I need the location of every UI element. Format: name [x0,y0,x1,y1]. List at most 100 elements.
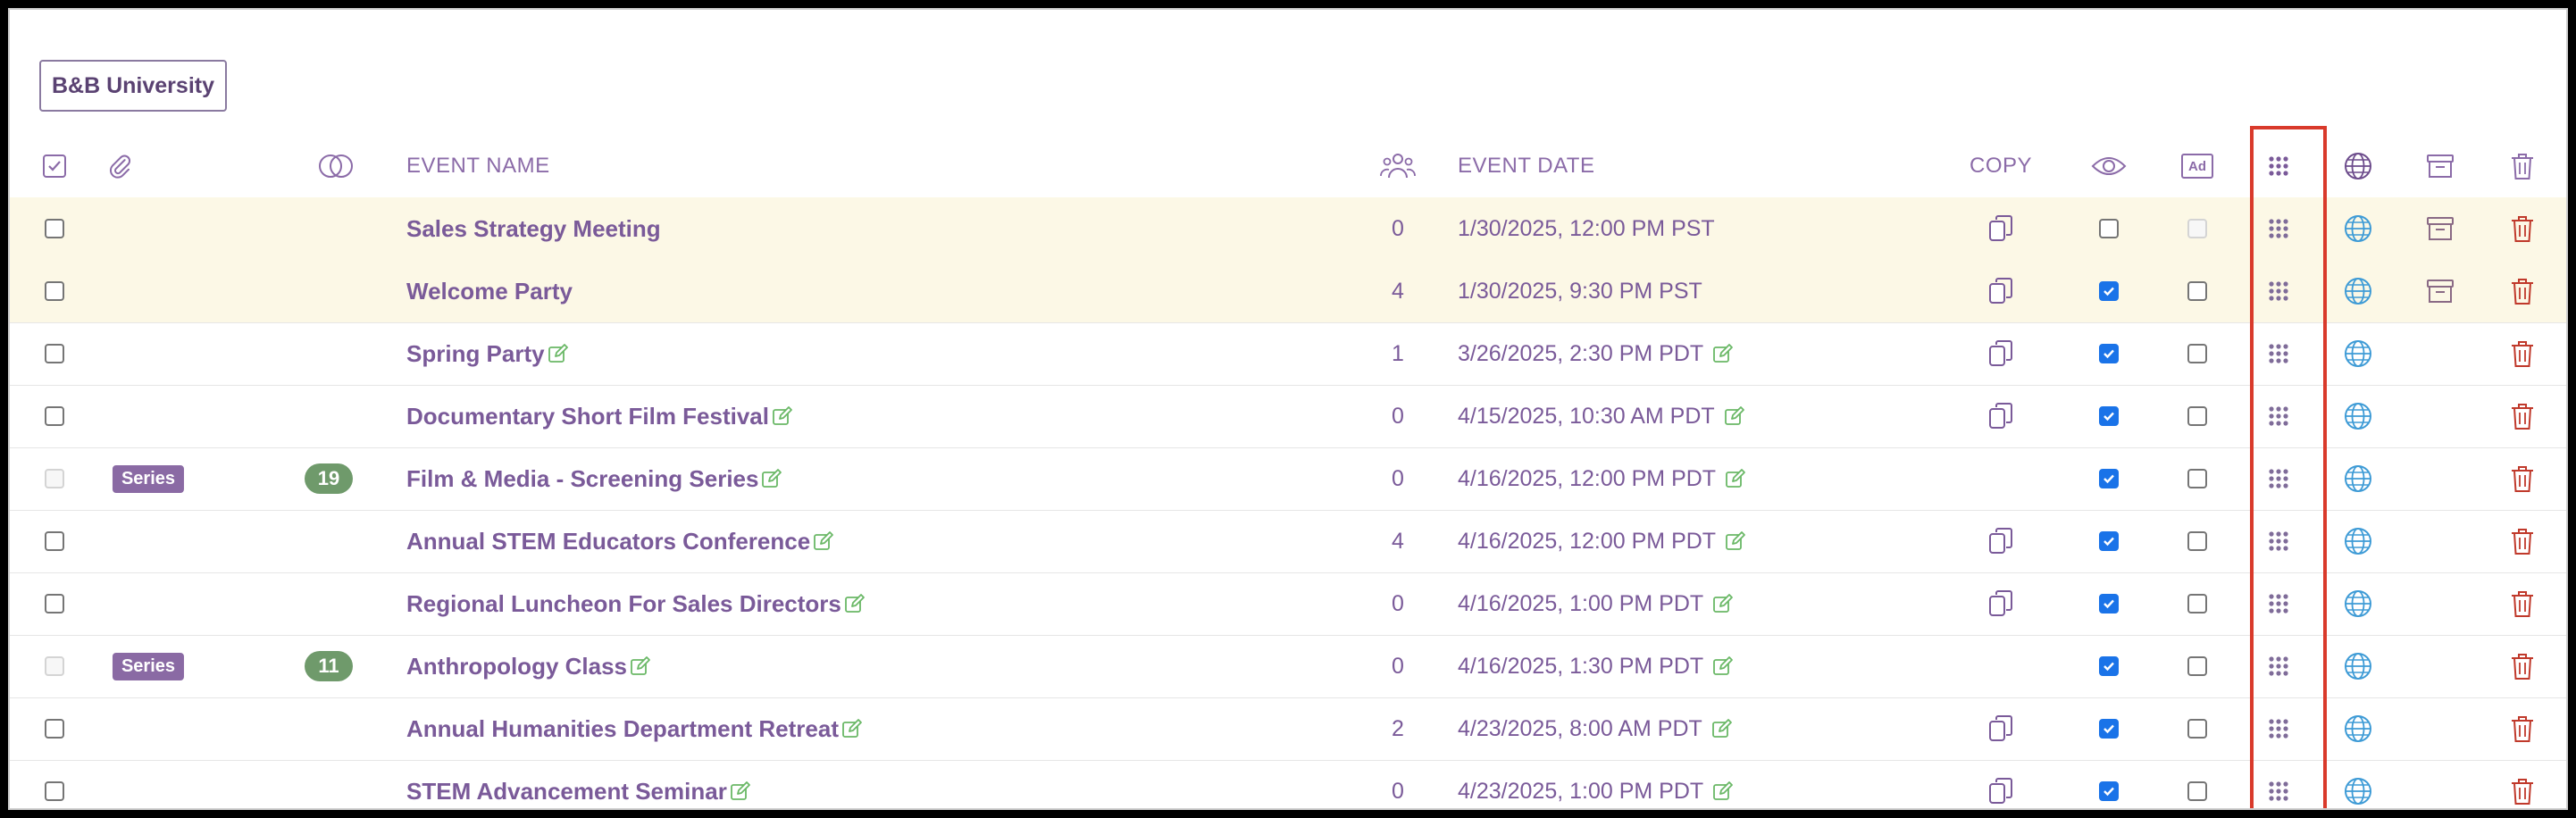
event-name-link[interactable]: STEM Advancement Seminar [406,778,727,805]
org-filter-button[interactable]: B&B University [39,60,227,112]
globe-cell[interactable] [2343,697,2373,760]
trash-icon[interactable] [2510,277,2535,305]
globe-icon[interactable] [2343,401,2373,431]
row-select-checkbox[interactable] [45,781,64,801]
row-select-cell[interactable] [45,760,64,808]
row-select-cell[interactable] [45,260,64,322]
copy-icon[interactable] [1987,589,2014,618]
globe-icon[interactable] [2343,588,2373,619]
delete-cell[interactable] [2510,260,2535,322]
grid-cell[interactable] [2268,697,2289,760]
copy-cell[interactable] [1987,260,2014,322]
ad-cell[interactable] [2187,572,2207,635]
row-select-checkbox[interactable] [45,344,64,363]
dots-grid-icon[interactable] [2268,530,2289,552]
globe-cell[interactable] [2343,760,2373,808]
visibility-cell[interactable] [2099,635,2119,697]
edit-date-icon[interactable] [1712,780,1734,802]
series-count-cell[interactable]: 19 [305,447,353,510]
globe-icon[interactable] [2343,776,2373,806]
event-name-header-label[interactable]: EVENT NAME [406,154,550,179]
delete-cell[interactable] [2510,322,2535,385]
edit-date-icon[interactable] [1711,718,1733,739]
row-select-checkbox[interactable] [45,406,64,426]
event-date-header[interactable]: EVENT DATE [1458,135,1594,197]
globe-cell[interactable] [2343,385,2373,447]
globe-icon[interactable] [2343,463,2373,494]
event-name-link[interactable]: Annual STEM Educators Conference [406,528,810,555]
globe-cell[interactable] [2343,322,2373,385]
copy-icon[interactable] [1987,277,2014,305]
ad-cell[interactable] [2187,322,2207,385]
trash-icon[interactable] [2510,652,2535,680]
copy-cell[interactable] [1987,322,2014,385]
edit-name-icon[interactable] [630,655,651,677]
ad-checkbox[interactable] [2187,406,2207,426]
copy-cell[interactable] [1987,697,2014,760]
globe-icon[interactable] [2343,338,2373,369]
trash-icon[interactable] [2510,214,2535,243]
event-name-link[interactable]: Annual Humanities Department Retreat [406,715,839,743]
grid-cell[interactable] [2268,385,2289,447]
event-name-header[interactable]: EVENT NAME [406,135,550,197]
visibility-cell[interactable] [2099,760,2119,808]
visibility-checkbox[interactable] [2099,594,2119,614]
ad-checkbox[interactable] [2187,656,2207,676]
row-select-checkbox[interactable] [45,594,64,614]
ad-cell[interactable] [2187,760,2207,808]
row-select-checkbox[interactable] [45,219,64,238]
dots-grid-icon[interactable] [2268,343,2289,364]
event-name-link[interactable]: Sales Strategy Meeting [406,215,661,243]
ad-checkbox[interactable] [2187,781,2207,801]
copy-cell[interactable] [1987,385,2014,447]
globe-cell[interactable] [2343,572,2373,635]
archive-icon[interactable] [2426,215,2455,242]
grid-cell[interactable] [2268,197,2289,260]
copy-icon[interactable] [1987,714,2014,743]
visibility-cell[interactable] [2099,572,2119,635]
ad-cell[interactable] [2187,385,2207,447]
edit-name-icon[interactable] [813,530,834,552]
copy-icon[interactable] [1987,339,2014,368]
row-select-cell[interactable] [45,510,64,572]
trash-icon[interactable] [2510,339,2535,368]
globe-icon[interactable] [2343,213,2373,244]
dots-grid-icon[interactable] [2268,218,2289,239]
grid-cell[interactable] [2268,572,2289,635]
event-name-link[interactable]: Regional Luncheon For Sales Directors [406,590,841,618]
ad-checkbox[interactable] [2187,719,2207,739]
delete-cell[interactable] [2510,447,2535,510]
globe-cell[interactable] [2343,510,2373,572]
edit-date-icon[interactable] [1725,468,1746,489]
delete-cell[interactable] [2510,510,2535,572]
delete-cell[interactable] [2510,635,2535,697]
visibility-cell[interactable] [2099,197,2119,260]
ad-cell[interactable] [2187,260,2207,322]
event-name-link[interactable]: Spring Party [406,340,545,368]
event-date-header-label[interactable]: EVENT DATE [1458,154,1594,179]
visibility-checkbox[interactable] [2099,531,2119,551]
trash-icon[interactable] [2510,402,2535,430]
ad-checkbox[interactable] [2187,469,2207,488]
edit-date-icon[interactable] [1712,655,1734,677]
globe-cell[interactable] [2343,635,2373,697]
row-select-cell[interactable] [45,197,64,260]
delete-cell[interactable] [2510,697,2535,760]
copy-icon[interactable] [1987,402,2014,430]
row-select-checkbox[interactable] [45,719,64,739]
visibility-checkbox[interactable] [2099,656,2119,676]
delete-cell[interactable] [2510,385,2535,447]
globe-icon[interactable] [2343,526,2373,556]
edit-name-icon[interactable] [772,405,793,427]
edit-date-icon[interactable] [1712,593,1734,614]
trash-icon[interactable] [2510,714,2535,743]
dots-grid-icon[interactable] [2268,655,2289,677]
visibility-cell[interactable] [2099,447,2119,510]
ad-checkbox[interactable] [2187,281,2207,301]
visibility-cell[interactable] [2099,385,2119,447]
trash-icon[interactable] [2510,464,2535,493]
trash-icon[interactable] [2510,527,2535,555]
delete-cell[interactable] [2510,572,2535,635]
series-count-cell[interactable]: 11 [305,635,353,697]
globe-cell[interactable] [2343,447,2373,510]
